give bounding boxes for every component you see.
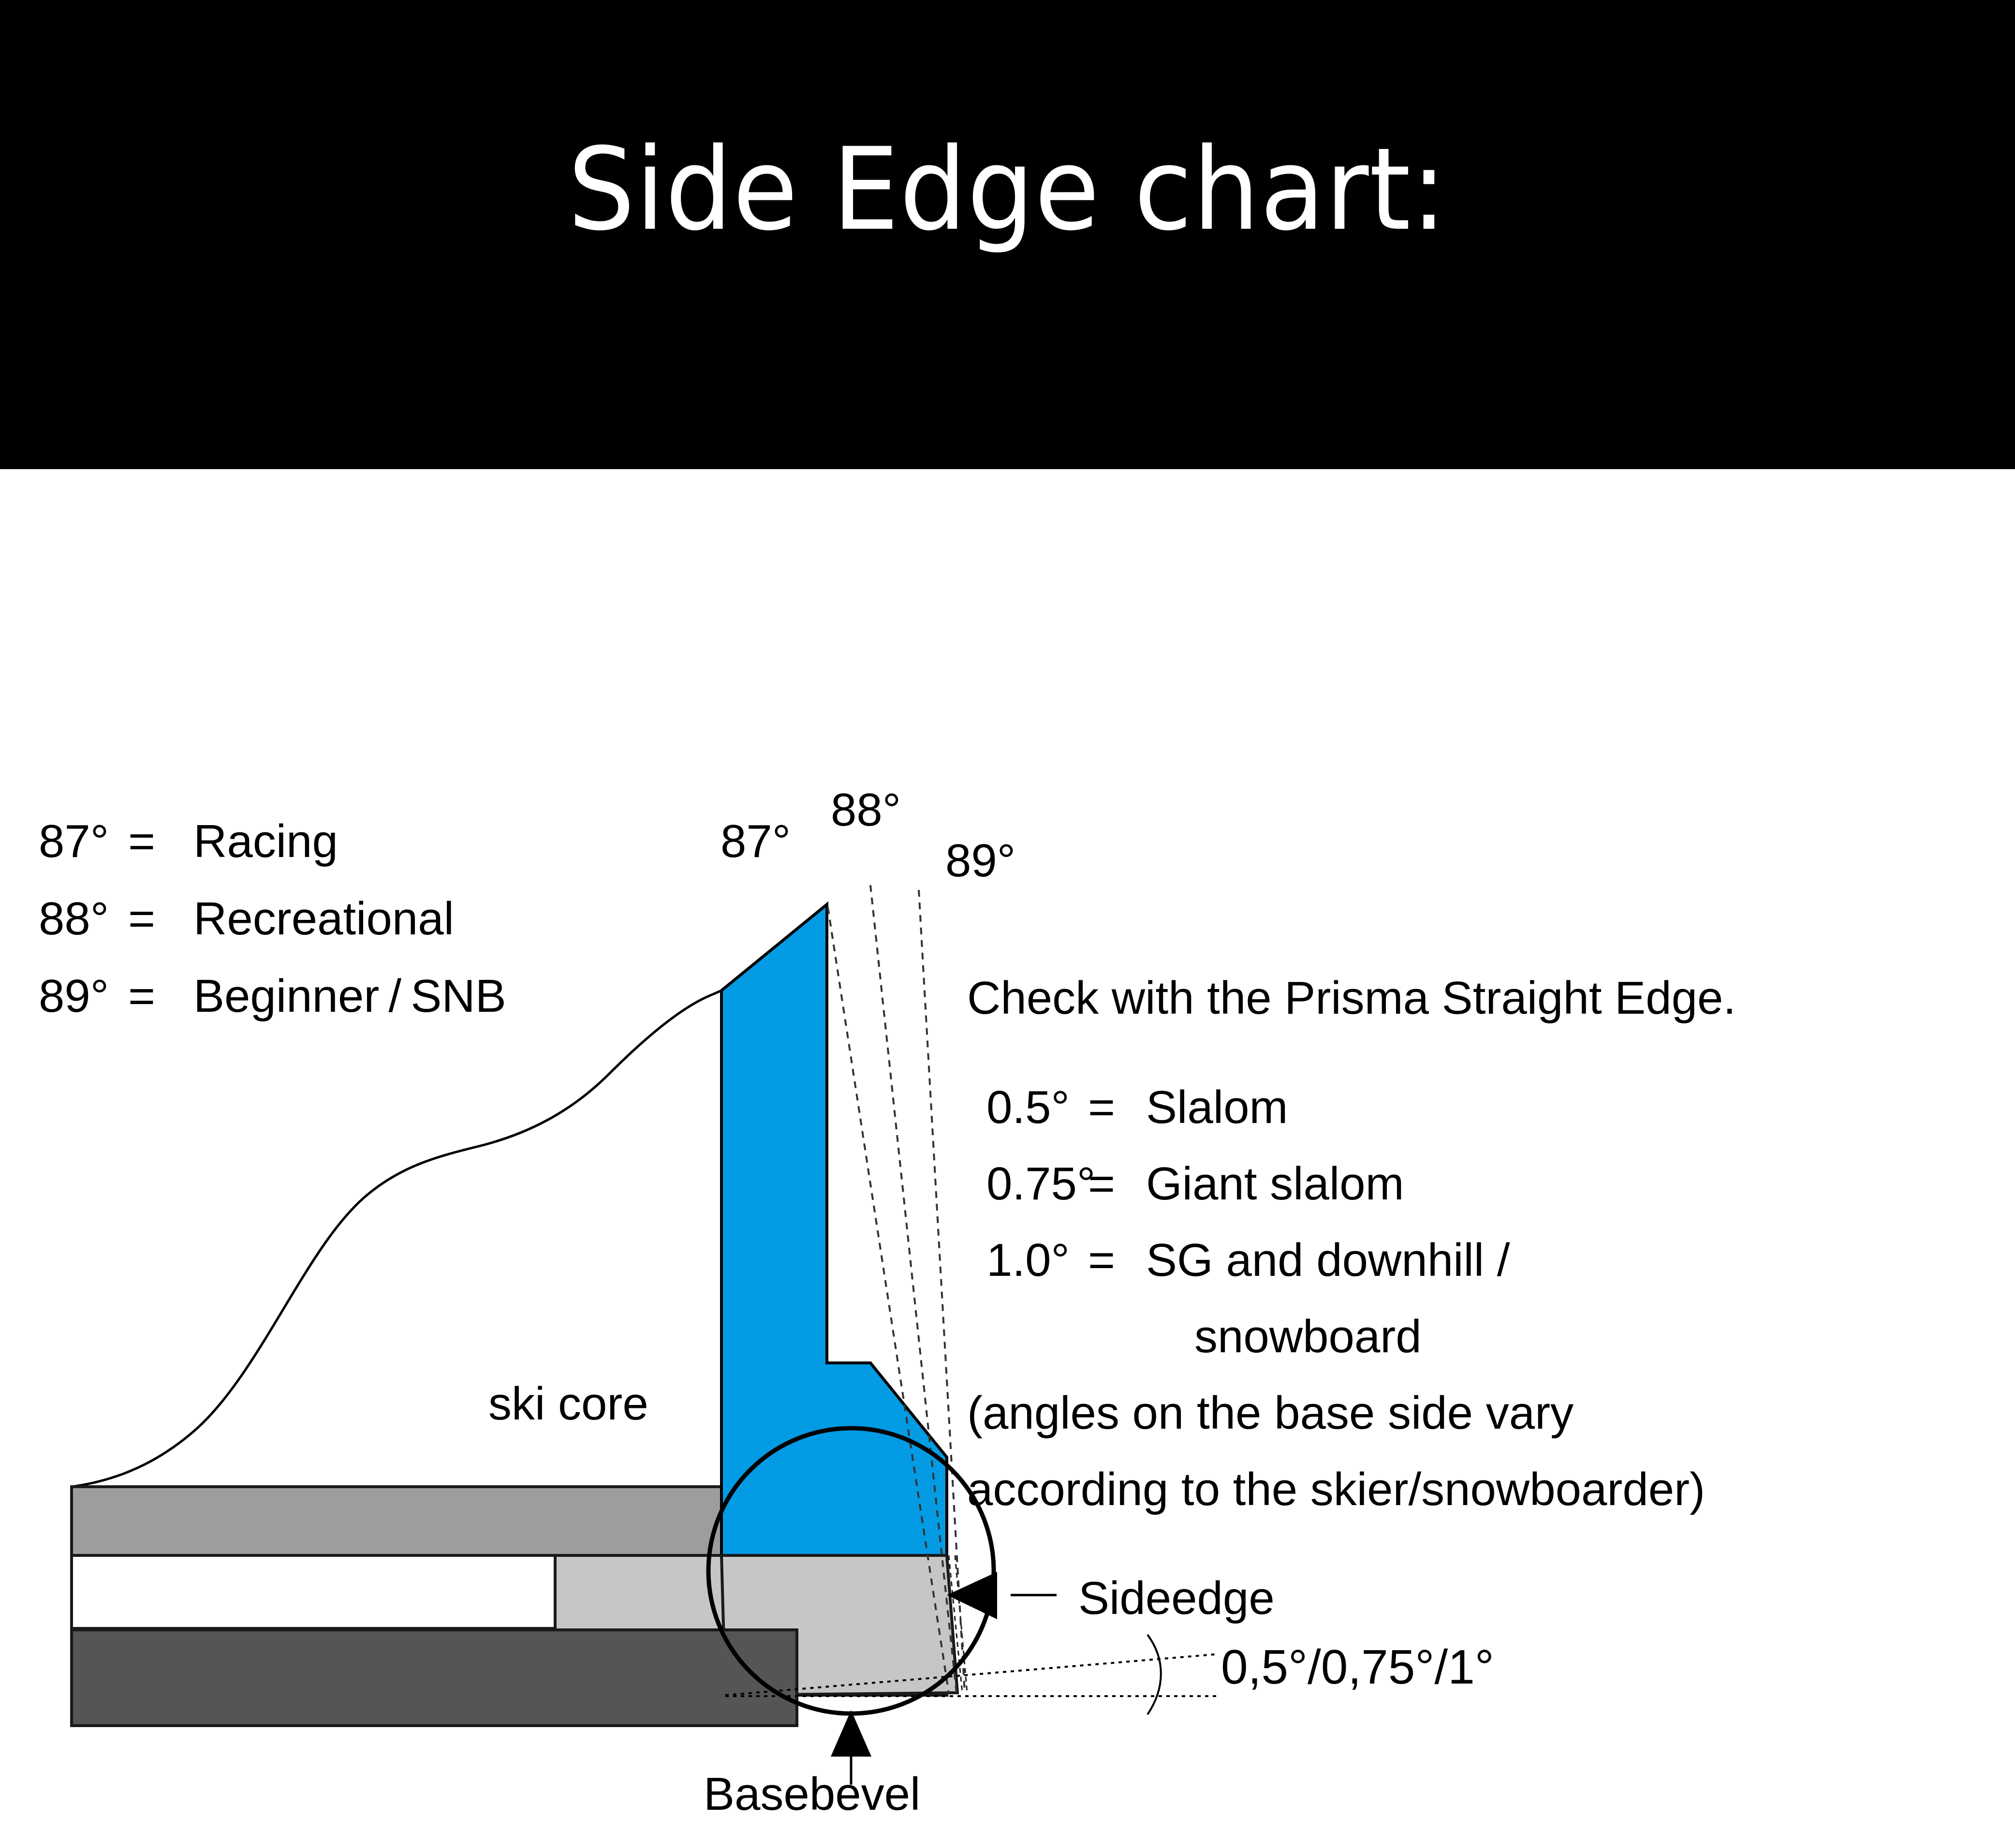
- notes-row: 0.75° = Giant slalom: [986, 1146, 1736, 1222]
- side-edge-legend: 87° = Racing 88° = Recreational 89° = Be…: [39, 803, 506, 1035]
- legend-equals: =: [128, 970, 156, 1022]
- base-bevel-angles-label: 0,5°/0,75°/1°: [1221, 1640, 1494, 1694]
- bevel-angle-arc: [1147, 1634, 1162, 1715]
- legend-row: 88° = Recreational: [39, 880, 506, 958]
- notes-angle: 1.0°: [986, 1234, 1070, 1286]
- notes-label: SG and downhill /: [1146, 1234, 1510, 1286]
- ski-topsheet-layer: [70, 1485, 723, 1557]
- legend-equals: =: [128, 815, 156, 867]
- notes-equals: =: [1088, 1234, 1116, 1286]
- legend-label: Racing: [193, 815, 338, 867]
- legend-row: 89° = Beginner / SNB: [39, 958, 506, 1035]
- legend-label: Recreational: [193, 893, 454, 945]
- legend-angle: 87°: [39, 815, 109, 867]
- legend-row: 87° = Racing: [39, 803, 506, 880]
- legend-equals: =: [128, 893, 156, 945]
- legend-angle: 89°: [39, 970, 109, 1022]
- legend-label: Beginner / SNB: [193, 970, 506, 1022]
- notes-angle: 0.5°: [986, 1081, 1070, 1133]
- basebevel-arrow-icon: [831, 1710, 871, 1757]
- notes-equals: =: [1088, 1158, 1116, 1210]
- legend-angle: 88°: [39, 893, 109, 945]
- ski-core-white-layer: [70, 1554, 557, 1630]
- base-bevel-notes: Check with the Prisma Straight Edge. 0.5…: [967, 960, 1736, 1528]
- sideedge-label: Sideedge: [1078, 1572, 1275, 1624]
- angle-callout-88: 88°: [831, 784, 901, 836]
- notes-equals: =: [1088, 1081, 1116, 1133]
- notes-angle: 0.75°: [986, 1158, 1096, 1210]
- notes-label: Giant slalom: [1146, 1158, 1404, 1210]
- basebevel-label: Basebevel: [704, 1768, 921, 1820]
- angle-callout-89: 89°: [945, 835, 1016, 887]
- slide-canvas: Side Edge chart: 87° = Racing 88° = Recr…: [0, 0, 2015, 1848]
- notes-heading: Check with the Prisma Straight Edge.: [967, 972, 1736, 1024]
- ski-base-layer-front: [70, 1628, 798, 1727]
- notes-row: 1.0° = SG and downhill /: [986, 1222, 1736, 1299]
- ski-core-label: ski core: [488, 1378, 648, 1430]
- notes-row: 0.5° = Slalom: [986, 1069, 1736, 1146]
- notes-paren-line-1: (angles on the base side vary: [967, 1387, 1574, 1439]
- notes-paren-line-2: according to the skier/snowboarder): [967, 1464, 1706, 1515]
- notes-label: Slalom: [1146, 1081, 1288, 1133]
- notes-continuation: snowboard: [1194, 1311, 1422, 1362]
- angle-callout-87: 87°: [721, 815, 791, 867]
